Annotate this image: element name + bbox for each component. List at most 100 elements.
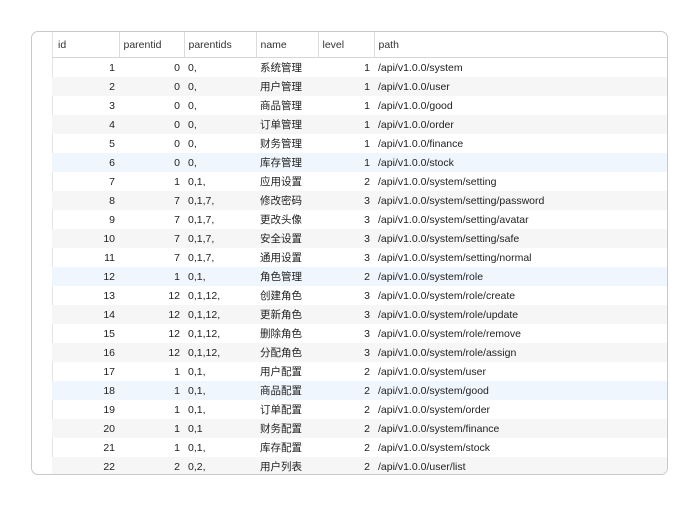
cell-path[interactable]: /api/v1.0.0/system/role/assign [374,343,667,362]
column-header-parentid[interactable]: parentid [119,32,185,58]
cell-parentids[interactable]: 0,1, [184,438,256,457]
cell-name[interactable]: 财务管理 [256,134,318,153]
cell-name[interactable]: 角色管理 [256,267,318,286]
cell-path[interactable]: /api/v1.0.0/system/order [374,400,667,419]
cell-parentids[interactable]: 0,1,12, [184,305,256,324]
cell-path[interactable]: /api/v1.0.0/system/setting/password [374,191,667,210]
cell-name[interactable]: 删除角色 [256,324,318,343]
table-row[interactable]: 4 0 0, 订单管理 1/api/v1.0.0/order [52,115,667,134]
cell-parentid[interactable]: 1 [119,267,184,286]
cell-parentids[interactable]: 0, [184,134,256,153]
cell-path[interactable]: /api/v1.0.0/system/setting/avatar [374,210,667,229]
table-row[interactable]: 18 1 0,1, 商品配置 2/api/v1.0.0/system/good [52,381,667,400]
cell-id[interactable]: 17 [52,362,119,381]
cell-path[interactable]: /api/v1.0.0/system/setting/safe [374,229,667,248]
cell-name[interactable]: 订单管理 [256,115,318,134]
cell-name[interactable]: 商品管理 [256,96,318,115]
cell-name[interactable]: 订单配置 [256,400,318,419]
cell-level[interactable]: 1 [318,58,374,78]
cell-parentids[interactable]: 0,1,7, [184,191,256,210]
cell-parentid[interactable]: 2 [119,457,184,474]
cell-id[interactable]: 1 [52,58,119,78]
cell-level[interactable]: 1 [318,115,374,134]
cell-level[interactable]: 2 [318,381,374,400]
cell-parentid[interactable]: 12 [119,286,184,305]
cell-id[interactable]: 22 [52,457,119,474]
cell-path[interactable]: /api/v1.0.0/system [374,58,667,78]
table-row[interactable]: 21 1 0,1, 库存配置 2/api/v1.0.0/system/stock [52,438,667,457]
cell-parentids[interactable]: 0,1, [184,381,256,400]
column-header-path[interactable]: path [374,32,667,58]
cell-id[interactable]: 19 [52,400,119,419]
cell-id[interactable]: 18 [52,381,119,400]
cell-parentid[interactable]: 0 [119,77,184,96]
cell-parentids[interactable]: 0,1,7, [184,210,256,229]
cell-parentid[interactable]: 0 [119,153,184,172]
cell-name[interactable]: 创建角色 [256,286,318,305]
cell-parentids[interactable]: 0,2, [184,457,256,474]
cell-parentid[interactable]: 12 [119,324,184,343]
cell-path[interactable]: /api/v1.0.0/order [374,115,667,134]
cell-path[interactable]: /api/v1.0.0/system/role/create [374,286,667,305]
cell-id[interactable]: 10 [52,229,119,248]
cell-id[interactable]: 13 [52,286,119,305]
cell-parentids[interactable]: 0,1, [184,267,256,286]
cell-level[interactable]: 2 [318,400,374,419]
cell-parentid[interactable]: 1 [119,400,184,419]
cell-parentids[interactable]: 0, [184,153,256,172]
cell-path[interactable]: /api/v1.0.0/finance [374,134,667,153]
cell-path[interactable]: /api/v1.0.0/system/setting/normal [374,248,667,267]
cell-level[interactable]: 2 [318,267,374,286]
cell-name[interactable]: 用户管理 [256,77,318,96]
cell-path[interactable]: /api/v1.0.0/system/role/remove [374,324,667,343]
cell-id[interactable]: 9 [52,210,119,229]
cell-id[interactable]: 20 [52,419,119,438]
cell-id[interactable]: 16 [52,343,119,362]
cell-id[interactable]: 8 [52,191,119,210]
table-row[interactable]: 11 7 0,1,7, 通用设置 3/api/v1.0.0/system/setting… [52,248,667,267]
cell-name[interactable]: 库存管理 [256,153,318,172]
table-row[interactable]: 6 0 0, 库存管理 1/api/v1.0.0/stock [52,153,667,172]
cell-name[interactable]: 用户列表 [256,457,318,474]
cell-name[interactable]: 用户配置 [256,362,318,381]
cell-path[interactable]: /api/v1.0.0/system/stock [374,438,667,457]
table-row[interactable]: 20 1 0,1 财务配置 2/api/v1.0.0/system/finance [52,419,667,438]
cell-level[interactable]: 3 [318,248,374,267]
cell-level[interactable]: 3 [318,286,374,305]
table-row[interactable]: 3 0 0, 商品管理 1/api/v1.0.0/good [52,96,667,115]
table-row[interactable]: 17 1 0,1, 用户配置 2/api/v1.0.0/system/user [52,362,667,381]
cell-parentid[interactable]: 1 [119,172,184,191]
cell-path[interactable]: /api/v1.0.0/good [374,96,667,115]
column-header-name[interactable]: name [256,32,319,58]
cell-level[interactable]: 3 [318,210,374,229]
column-header-id[interactable]: id [52,32,120,58]
cell-level[interactable]: 1 [318,77,374,96]
cell-name[interactable]: 分配角色 [256,343,318,362]
cell-parentids[interactable]: 0,1,7, [184,248,256,267]
table-row[interactable]: 9 7 0,1,7, 更改头像 3/api/v1.0.0/system/setting/… [52,210,667,229]
table-row[interactable]: 13 12 0,1,12, 创建角色 3/api/v1.0.0/system/role/… [52,286,667,305]
cell-level[interactable]: 2 [318,419,374,438]
cell-level[interactable]: 3 [318,229,374,248]
cell-name[interactable]: 更改头像 [256,210,318,229]
cell-path[interactable]: /api/v1.0.0/user/list [374,457,667,474]
cell-level[interactable]: 2 [318,457,374,474]
cell-parentid[interactable]: 12 [119,343,184,362]
cell-name[interactable]: 库存配置 [256,438,318,457]
cell-level[interactable]: 1 [318,153,374,172]
cell-level[interactable]: 1 [318,134,374,153]
cell-parentid[interactable]: 7 [119,248,184,267]
cell-parentid[interactable]: 0 [119,115,184,134]
table-row[interactable]: 1 0 0, 系统管理 1/api/v1.0.0/system [52,58,667,78]
cell-parentid[interactable]: 7 [119,229,184,248]
cell-parentids[interactable]: 0, [184,96,256,115]
cell-id[interactable]: 7 [52,172,119,191]
cell-parentids[interactable]: 0, [184,77,256,96]
cell-parentids[interactable]: 0, [184,58,256,78]
cell-name[interactable]: 更新角色 [256,305,318,324]
cell-parentids[interactable]: 0,1 [184,419,256,438]
cell-path[interactable]: /api/v1.0.0/system/finance [374,419,667,438]
table-row[interactable]: 8 7 0,1,7, 修改密码 3/api/v1.0.0/system/setting/… [52,191,667,210]
cell-parentid[interactable]: 12 [119,305,184,324]
column-header-parentids[interactable]: parentids [184,32,257,58]
